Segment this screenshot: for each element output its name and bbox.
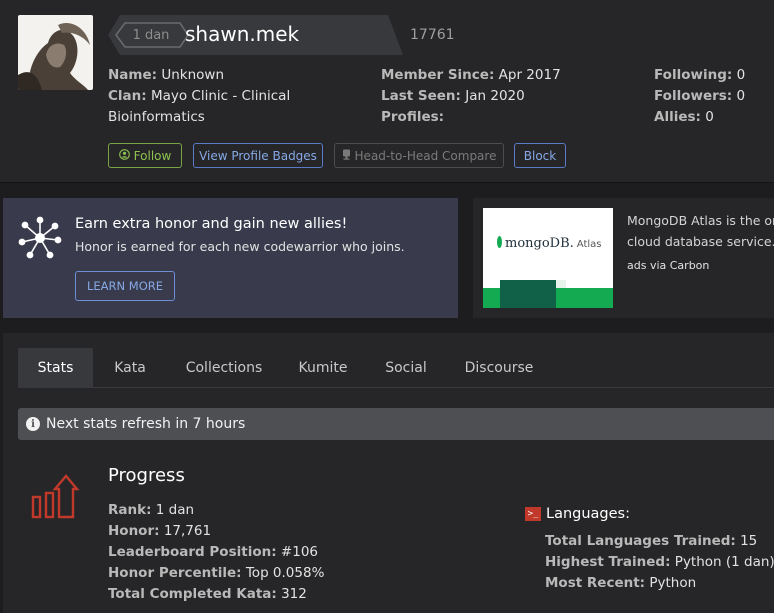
member-since-value: Apr 2017 <box>498 67 561 83</box>
tab-kumite[interactable]: Kumite <box>288 348 358 388</box>
tab-social[interactable]: Social <box>378 348 434 388</box>
most-recent-value: Python <box>649 575 697 591</box>
avatar[interactable] <box>18 15 93 90</box>
referral-promo: Earn extra honor and gain new allies! Ho… <box>3 198 458 318</box>
profile-header: 1 dan shawn.mek 17761 Name: Unknown Clan… <box>0 0 774 183</box>
promo-subtitle: Honor is earned for each new codewarrior… <box>75 239 405 254</box>
languages-trained-value: 15 <box>740 533 758 549</box>
leaf-icon <box>497 236 502 248</box>
tab-collections[interactable]: Collections <box>178 348 270 388</box>
name-banner: 1 dan shawn.mek <box>108 15 403 55</box>
block-button[interactable]: Block <box>514 143 566 168</box>
progress-icon <box>31 473 83 523</box>
info-icon: i <box>26 417 40 431</box>
honor-value: 17,761 <box>163 523 212 539</box>
percentile-value: Top 0.058% <box>245 565 325 581</box>
profile-content-panel: Stats Kata Collections Kumite Social Dis… <box>3 333 774 613</box>
languages-trained-label: Total Languages Trained: <box>545 533 736 549</box>
trophy-icon <box>342 149 351 163</box>
followers-value[interactable]: 0 <box>737 88 746 104</box>
highest-trained-label: Highest Trained: <box>545 554 671 570</box>
member-since-label: Member Since: <box>381 67 495 83</box>
ad-text[interactable]: MongoDB Atlas is the or cloud database s… <box>627 210 774 252</box>
progress-title: Progress <box>108 465 185 486</box>
allies-value[interactable]: 0 <box>705 109 714 125</box>
percentile-label: Honor Percentile: <box>108 565 242 581</box>
stats-refresh-notice: i Next stats refresh in 7 hours <box>18 408 774 440</box>
name-value: Unknown <box>161 67 224 83</box>
rank-badge: 1 dan <box>132 27 170 43</box>
rank-label: Rank: <box>108 502 152 518</box>
profiles-label: Profiles: <box>381 109 445 125</box>
ad-image[interactable]: mongoDB. Atlas <box>483 208 613 308</box>
languages-heading: >_ Languages: <box>525 506 630 522</box>
most-recent-label: Most Recent: <box>545 575 646 591</box>
follow-label: Follow <box>133 148 172 163</box>
profile-info-right: Following: 0 Followers: 0 Allies: 0 <box>654 65 774 128</box>
rank-value: 1 dan <box>155 502 195 518</box>
clan-value-line2: Bioinformatics <box>108 109 205 125</box>
completed-kata-value: 312 <box>281 586 307 602</box>
clan-label: Clan: <box>108 88 147 104</box>
honor-count: 17761 <box>410 27 455 43</box>
completed-kata-label: Total Completed Kata: <box>108 586 277 602</box>
languages-title: Languages: <box>546 506 630 522</box>
leaderboard-label: Leaderboard Position: <box>108 544 277 560</box>
tab-discourse[interactable]: Discourse <box>458 348 540 388</box>
followers-label: Followers: <box>654 88 733 104</box>
highest-trained-value: Python (1 dan) <box>674 554 774 570</box>
name-label: Name: <box>108 67 158 83</box>
ad-graphic-light <box>556 280 566 288</box>
promo-title: Earn extra honor and gain new allies! <box>75 216 348 232</box>
ad-graphic-dark <box>500 280 556 308</box>
follow-icon <box>118 148 130 163</box>
learn-more-button[interactable]: LEARN MORE <box>75 271 175 301</box>
ad-line-1: MongoDB Atlas is the or <box>627 213 774 228</box>
ad-logo-sub: Atlas <box>576 239 602 250</box>
network-icon <box>18 216 62 264</box>
following-value[interactable]: 0 <box>737 67 746 83</box>
carbon-ad[interactable]: mongoDB. Atlas MongoDB Atlas is the or cl… <box>473 198 774 318</box>
view-badges-button[interactable]: View Profile Badges <box>193 143 323 168</box>
tab-stats[interactable]: Stats <box>18 348 93 388</box>
ads-via-carbon-link[interactable]: ads via Carbon <box>627 259 709 272</box>
leaderboard-value[interactable]: #106 <box>281 544 318 560</box>
profile-info-middle: Member Since: Apr 2017 Last Seen: Jan 20… <box>381 65 621 128</box>
head-to-head-label: Head-to-Head Compare <box>354 148 497 163</box>
clan-value-line1: Mayo Clinic - Clinical <box>150 88 291 104</box>
follow-button[interactable]: Follow <box>108 143 182 168</box>
profile-tabs: Stats Kata Collections Kumite Social Dis… <box>18 348 774 388</box>
allies-label: Allies: <box>654 109 701 125</box>
last-seen-value: Jan 2020 <box>465 88 525 104</box>
honor-label: Honor: <box>108 523 160 539</box>
head-to-head-button[interactable]: Head-to-Head Compare <box>334 143 504 168</box>
last-seen-label: Last Seen: <box>381 88 461 104</box>
languages-stats: Total Languages Trained: 15 Highest Trai… <box>545 531 774 594</box>
profile-info-left: Name: Unknown Clan: Mayo Clinic - Clinic… <box>108 65 348 128</box>
terminal-icon: >_ <box>525 507 541 521</box>
username: shawn.mek <box>185 22 300 46</box>
tab-kata[interactable]: Kata <box>100 348 160 388</box>
ad-logo-text: mongoDB. <box>505 236 574 251</box>
progress-stats: Rank: 1 dan Honor: 17,761 Leaderboard Po… <box>108 500 324 605</box>
mongodb-logo: mongoDB. Atlas <box>497 236 602 251</box>
ad-line-2: cloud database service. T <box>627 234 774 249</box>
notice-text: Next stats refresh in 7 hours <box>46 416 246 432</box>
following-label: Following: <box>654 67 733 83</box>
